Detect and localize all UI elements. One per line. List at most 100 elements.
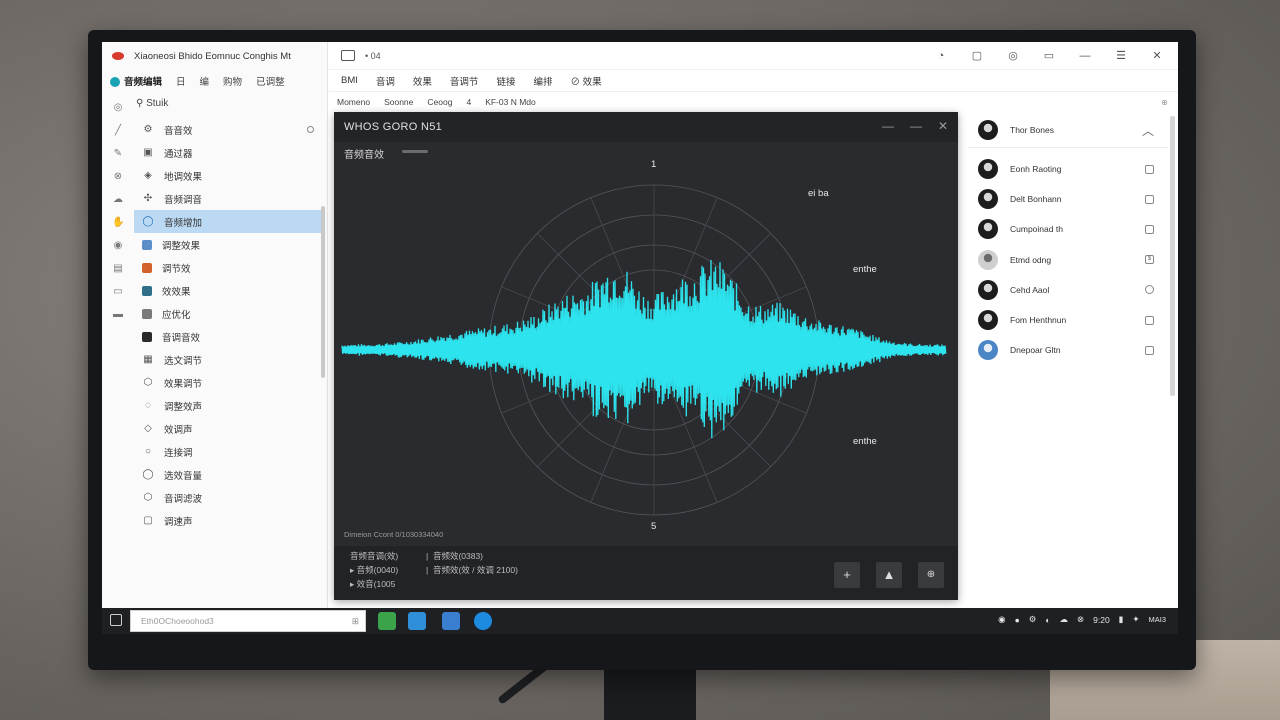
pen-rail-icon[interactable]: ╱ <box>112 125 124 137</box>
app-icon-photos[interactable] <box>442 612 460 630</box>
link-rail-icon[interactable]: ⊗ <box>112 171 124 183</box>
breadcrumb-item[interactable]: 4 <box>466 97 471 107</box>
list-item[interactable]: Etmd odng $ <box>968 245 1168 275</box>
add-button[interactable]: + <box>834 562 860 588</box>
avatar <box>978 119 998 140</box>
lock-icon[interactable]: ▭ <box>1042 49 1056 63</box>
settings-tray-icon[interactable]: ⚙ <box>1029 614 1037 625</box>
maximize-icon[interactable]: — <box>910 119 922 133</box>
cloud-tray-icon[interactable]: ☁ <box>1060 614 1069 625</box>
right-panel-scrollbar[interactable] <box>1170 116 1175 396</box>
list-item[interactable]: Dnepoar Gltn <box>968 335 1168 365</box>
breadcrumb-item[interactable]: Ceoog <box>427 97 452 107</box>
sidebar-item-2[interactable]: ▣ 通过器 <box>134 141 322 164</box>
list-item[interactable]: Cumpoinad th <box>968 214 1168 244</box>
monitor-stand <box>604 668 696 720</box>
battery-icon[interactable]: ▮ <box>1119 614 1124 625</box>
tool-effects[interactable]: 效果 <box>413 74 432 88</box>
breadcrumb-item[interactable]: KF-03 N Mdo <box>485 97 536 107</box>
maximize-icon[interactable]: ☰ <box>1114 49 1128 63</box>
subtitle-slider[interactable] <box>402 150 428 153</box>
folder-rail-icon[interactable]: ▭ <box>112 286 124 298</box>
checkbox-icon[interactable] <box>1145 315 1154 325</box>
sidebar-item-6[interactable]: 调整效果 <box>134 233 322 256</box>
layers-rail-icon[interactable]: ▤ <box>112 263 124 275</box>
breadcrumb-item[interactable]: Soonne <box>384 97 413 107</box>
sidebar-item-3[interactable]: ◈ 地调效果 <box>134 164 322 187</box>
pencil-rail-icon[interactable]: ✎ <box>112 148 124 160</box>
bell-icon[interactable]: ◎ <box>1006 49 1020 63</box>
tool-pitch[interactable]: 音调 <box>376 74 395 88</box>
start-icon[interactable] <box>110 614 122 626</box>
sidebar-item-13[interactable]: ◌ 调整效声 <box>134 394 322 417</box>
volume-icon[interactable]: ✦ <box>1132 614 1139 625</box>
waveform-mode-button[interactable]: ▲ <box>876 562 902 588</box>
user-rail-icon[interactable]: ◉ <box>112 240 124 252</box>
edit-icon[interactable] <box>1145 345 1154 355</box>
tool-arrange[interactable]: 编排 <box>533 74 552 88</box>
sidebar-item-10[interactable]: 音调音效 <box>134 325 322 348</box>
browser-icon[interactable] <box>474 612 492 630</box>
clock-date[interactable]: MAI3 <box>1148 615 1166 624</box>
menu-item-shop[interactable]: 购物 <box>223 74 242 88</box>
sidebar-item-4[interactable]: ✣ 音频调音 <box>134 187 322 210</box>
clock-time[interactable]: 9:20 <box>1093 615 1110 625</box>
sidebar-item-7[interactable]: 调节效 <box>134 256 322 279</box>
hand-rail-icon[interactable]: ✋ <box>112 217 124 229</box>
breadcrumb-item[interactable]: Momeno <box>337 97 370 107</box>
app-icon-blue[interactable] <box>408 612 426 630</box>
menu-item-audio-edit[interactable]: 音频编辑 <box>110 74 162 88</box>
right-panel-header[interactable]: Thor Bones ︿ <box>968 112 1168 148</box>
sidebar-item-5-selected[interactable]: ◯ 音频增加 <box>134 210 322 233</box>
list-item[interactable]: Cehd Aaol <box>968 275 1168 305</box>
tool-link[interactable]: 链接 <box>496 74 515 88</box>
bluetooth-icon[interactable]: ● <box>1015 615 1020 625</box>
sidebar-search[interactable]: ⚲ Stuik <box>136 98 168 109</box>
sidebar-scrollbar[interactable] <box>321 206 325 378</box>
sidebar-item-18[interactable]: ▢ 调速声 <box>134 509 322 532</box>
wifi-icon[interactable]: ◉ <box>998 614 1005 625</box>
sidebar-item-12[interactable]: ⬡ 效果调节 <box>134 371 322 394</box>
close-icon[interactable]: ✕ <box>938 119 948 133</box>
restore-icon[interactable]: ▢ <box>970 49 984 63</box>
menu-item-day[interactable]: 日 <box>176 74 186 88</box>
sidebar-item-1[interactable]: ⚙ 音音效 <box>134 118 322 141</box>
system-tray: ◉ ● ⚙ ◐ ☁ ⊗ 9:20 ▮ ✦ MAI3 <box>998 614 1166 625</box>
menu-item-adjusted[interactable]: 已调整 <box>256 74 285 88</box>
history-icon[interactable]: ◔ <box>934 49 948 63</box>
minimize-icon[interactable]: — <box>1078 49 1092 63</box>
mic-icon[interactable]: ⊞ <box>352 611 359 631</box>
network-icon[interactable]: ⊗ <box>1077 614 1084 625</box>
search-rail-icon[interactable]: ◎ <box>112 102 124 114</box>
archive-rail-icon[interactable]: ▬ <box>112 309 124 321</box>
list-item[interactable]: Fom Henthnun <box>968 305 1168 335</box>
chevron-up-icon[interactable]: ︿ <box>1142 122 1154 139</box>
list-item[interactable]: Eonh Raoting <box>968 154 1168 184</box>
tool-bmi[interactable]: BMI <box>341 75 358 86</box>
sidebar-item-16[interactable]: ◯ 选效音量 <box>134 463 322 486</box>
list-item[interactable]: Delt Bonhann <box>968 184 1168 214</box>
sidebar-item-14[interactable]: ◇ 效调声 <box>134 417 322 440</box>
minimize-icon[interactable]: — <box>882 119 894 133</box>
dollar-icon[interactable]: $ <box>1145 255 1154 265</box>
settings-button[interactable]: ⊕ <box>918 562 944 588</box>
tool-effects-2[interactable]: ⊘ 效果 <box>570 74 601 88</box>
app-icon-green[interactable] <box>378 612 396 630</box>
expand-icon[interactable]: ⊕ <box>1161 98 1168 107</box>
sidebar-item-9[interactable]: 应优化 <box>134 302 322 325</box>
shield-tray-icon[interactable]: ◐ <box>1045 615 1050 625</box>
checkbox-icon[interactable] <box>1145 164 1154 174</box>
tool-tuning[interactable]: 音调节 <box>450 74 479 88</box>
menu-item-edit[interactable]: 编 <box>200 74 210 88</box>
checkbox-icon[interactable] <box>1145 194 1154 204</box>
sidebar-item-15[interactable]: ○ 连接调 <box>134 440 322 463</box>
sidebar-item-17[interactable]: ⬡ 音调滤波 <box>134 486 322 509</box>
taskbar-search[interactable]: Eth0OChoeoohod3 ⊞ <box>130 610 366 632</box>
sidebar-item-8[interactable]: 效效果 <box>134 279 322 302</box>
close-icon[interactable]: ✕ <box>1150 49 1164 63</box>
globe-icon[interactable] <box>1145 285 1154 295</box>
sidebar-item-11[interactable]: ▦ 选文调节 <box>134 348 322 371</box>
cloud-rail-icon[interactable]: ☁ <box>112 194 124 206</box>
checkbox-icon[interactable] <box>1145 224 1154 234</box>
radio-icon[interactable] <box>307 126 314 133</box>
